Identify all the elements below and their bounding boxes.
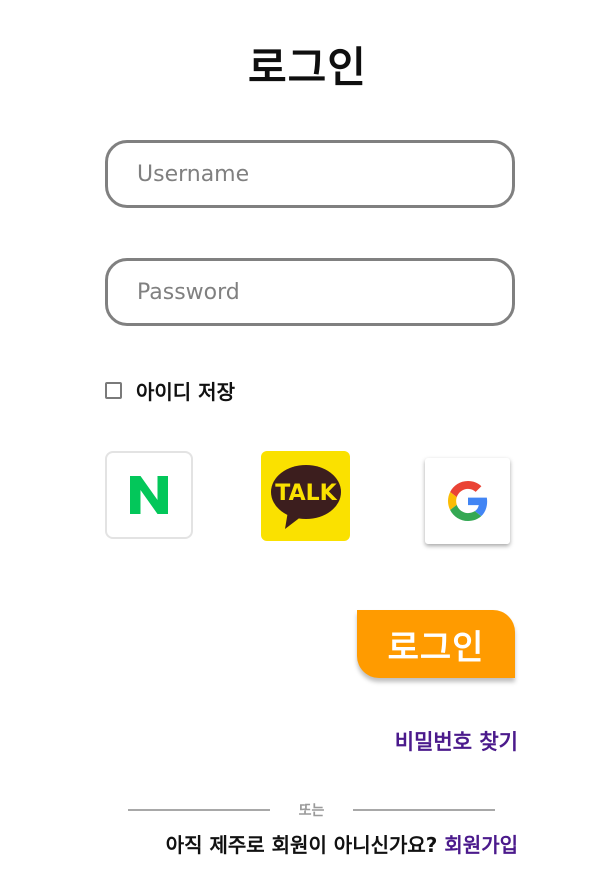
remember-id-checkbox[interactable]: [105, 381, 122, 399]
google-login-button[interactable]: [425, 458, 510, 544]
find-password-link[interactable]: 비밀번호 찾기: [395, 726, 518, 756]
kakao-talk-icon: TALK: [270, 465, 341, 529]
kakao-login-button[interactable]: TALK: [261, 451, 350, 541]
naver-login-button[interactable]: [105, 451, 193, 539]
divider-line-left: [128, 809, 270, 811]
password-field[interactable]: [105, 258, 515, 326]
signup-row: 아직 제주로 회원이 아니신가요? 회원가입: [166, 829, 518, 858]
divider-line-right: [353, 809, 495, 811]
password-input[interactable]: [108, 261, 512, 323]
username-input[interactable]: [108, 143, 512, 205]
divider-text: 또는: [298, 803, 325, 819]
google-icon: [447, 481, 487, 521]
signup-link[interactable]: 회원가입: [444, 833, 518, 857]
username-field[interactable]: [105, 140, 515, 208]
kakao-talk-text: TALK: [275, 481, 337, 506]
remember-id-label[interactable]: 아이디 저장: [136, 376, 235, 405]
login-button[interactable]: 로그인: [357, 610, 515, 678]
page-title: 로그인: [248, 43, 367, 92]
naver-icon: [130, 476, 168, 514]
remember-id-row[interactable]: 아이디 저장: [105, 376, 235, 404]
signup-prompt: 아직 제주로 회원이 아니신가요?: [165, 833, 438, 857]
